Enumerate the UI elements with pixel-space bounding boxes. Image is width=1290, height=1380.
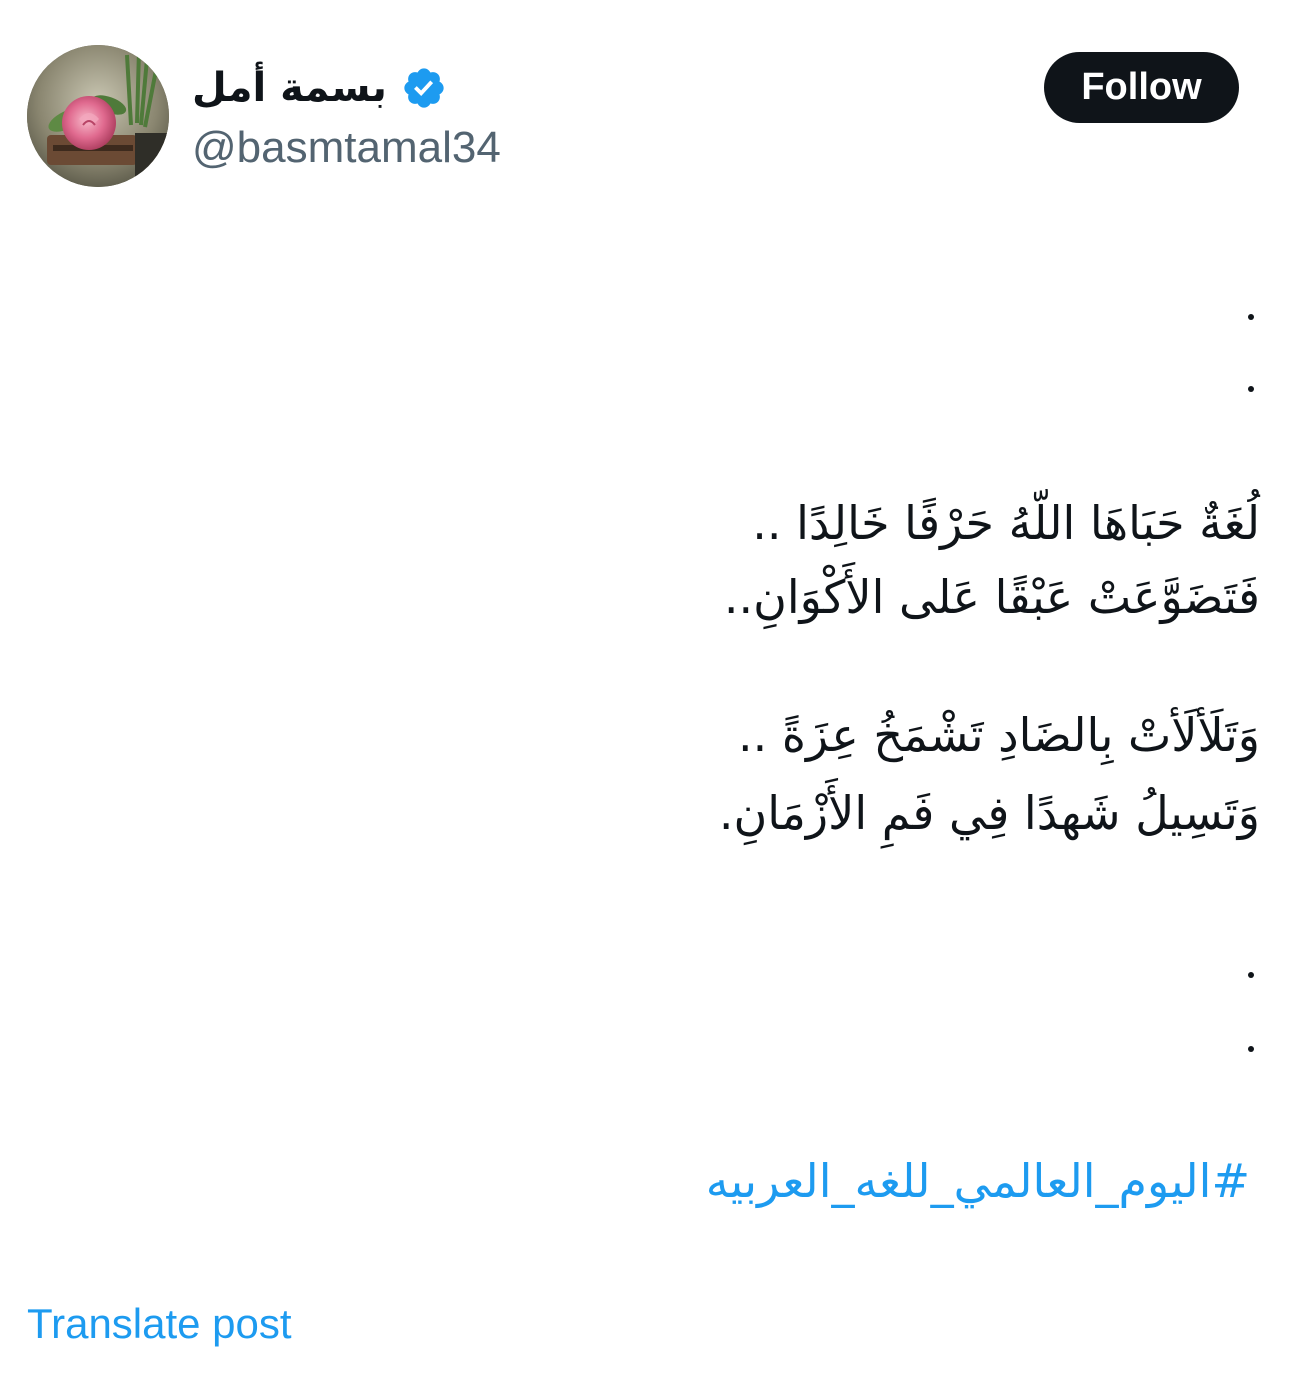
hashtag-link[interactable]: #اليوم_العالمي_للغه_العربيه <box>706 1158 1250 1204</box>
author-handle[interactable]: @basmtamal34 <box>192 122 501 175</box>
dot-separator <box>1248 386 1254 392</box>
rose-avatar-icon[interactable] <box>27 45 169 187</box>
dot-separator <box>1248 972 1254 978</box>
poem-line: وَتَلَألَأتْ بِالضَادِ تَشْمَخُ عِزَةً .… <box>737 708 1260 762</box>
author-name-row: بسمة أمل <box>192 58 447 118</box>
author-display-name[interactable]: بسمة أمل <box>192 68 387 108</box>
dot-separator <box>1248 1046 1254 1052</box>
follow-button[interactable]: Follow <box>1044 52 1239 123</box>
post-header: بسمة أمل @basmtamal34 Follow <box>0 0 1290 200</box>
poem-line: فَتَضَوَّعَتْ عَبْقًا عَلى الأَكْوَانِ.. <box>723 570 1260 624</box>
poem-line: وَتَسِيلُ شَهدًا فِي فَمِ الأَزْمَانِ. <box>718 786 1260 840</box>
verified-badge-icon[interactable] <box>401 65 447 111</box>
translate-post-link[interactable]: Translate post <box>27 1300 292 1348</box>
dot-separator <box>1248 314 1254 320</box>
poem-line: لُغَةٌ حَبَاهَا اللّهُ حَرْفًا خَالِدًا … <box>752 496 1260 550</box>
